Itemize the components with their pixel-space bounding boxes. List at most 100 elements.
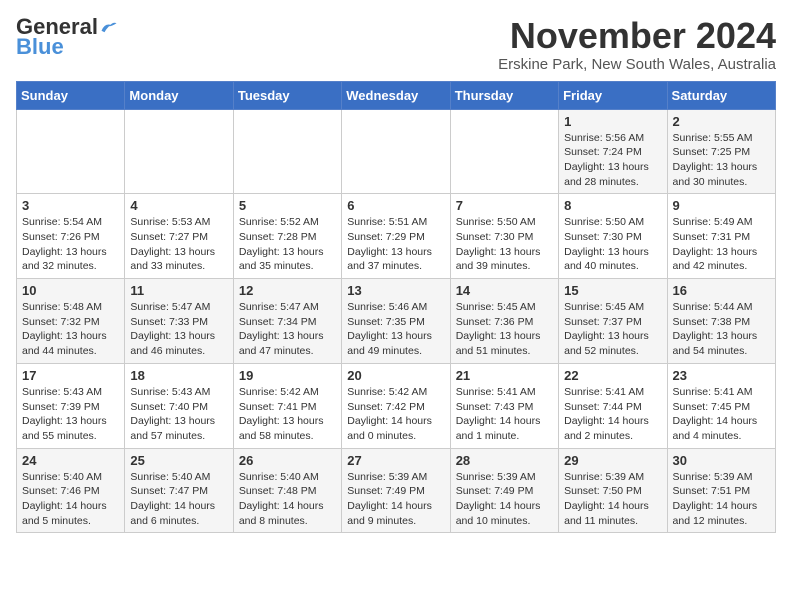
- header: General Blue November 2024 Erskine Park,…: [16, 16, 776, 73]
- day-number: 8: [564, 198, 661, 213]
- day-cell: 11Sunrise: 5:47 AMSunset: 7:33 PMDayligh…: [125, 279, 233, 364]
- day-cell: 12Sunrise: 5:47 AMSunset: 7:34 PMDayligh…: [233, 279, 341, 364]
- day-info: Sunrise: 5:40 AM: [22, 470, 119, 485]
- day-number: 28: [456, 453, 553, 468]
- day-info: Sunset: 7:28 PM: [239, 230, 336, 245]
- day-info: Daylight: 13 hours: [239, 245, 336, 260]
- day-info: Daylight: 13 hours: [673, 160, 770, 175]
- day-cell: 26Sunrise: 5:40 AMSunset: 7:48 PMDayligh…: [233, 448, 341, 533]
- day-number: 26: [239, 453, 336, 468]
- day-cell: 19Sunrise: 5:42 AMSunset: 7:41 PMDayligh…: [233, 363, 341, 448]
- location: Erskine Park, New South Wales, Australia: [498, 56, 776, 73]
- day-info: Sunset: 7:26 PM: [22, 230, 119, 245]
- day-info: and 8 minutes.: [239, 514, 336, 529]
- day-info: Sunrise: 5:42 AM: [239, 385, 336, 400]
- day-info: and 51 minutes.: [456, 344, 553, 359]
- day-info: Sunset: 7:37 PM: [564, 315, 661, 330]
- day-cell: [342, 109, 450, 194]
- weekday-header-wednesday: Wednesday: [342, 81, 450, 109]
- day-number: 12: [239, 283, 336, 298]
- day-info: Sunrise: 5:40 AM: [239, 470, 336, 485]
- day-cell: 3Sunrise: 5:54 AMSunset: 7:26 PMDaylight…: [17, 194, 125, 279]
- week-row-2: 3Sunrise: 5:54 AMSunset: 7:26 PMDaylight…: [17, 194, 776, 279]
- day-info: and 44 minutes.: [22, 344, 119, 359]
- weekday-header-friday: Friday: [559, 81, 667, 109]
- day-info: Sunset: 7:42 PM: [347, 400, 444, 415]
- day-number: 15: [564, 283, 661, 298]
- day-number: 2: [673, 114, 770, 129]
- day-info: Sunrise: 5:48 AM: [22, 300, 119, 315]
- day-info: Sunset: 7:29 PM: [347, 230, 444, 245]
- day-cell: 30Sunrise: 5:39 AMSunset: 7:51 PMDayligh…: [667, 448, 775, 533]
- day-cell: 28Sunrise: 5:39 AMSunset: 7:49 PMDayligh…: [450, 448, 558, 533]
- weekday-header-tuesday: Tuesday: [233, 81, 341, 109]
- day-info: Sunrise: 5:39 AM: [564, 470, 661, 485]
- day-info: Sunset: 7:31 PM: [673, 230, 770, 245]
- day-info: Sunset: 7:51 PM: [673, 484, 770, 499]
- day-info: Daylight: 13 hours: [22, 329, 119, 344]
- day-info: Sunset: 7:30 PM: [456, 230, 553, 245]
- day-number: 21: [456, 368, 553, 383]
- day-info: Sunrise: 5:49 AM: [673, 215, 770, 230]
- day-number: 16: [673, 283, 770, 298]
- day-info: Sunrise: 5:43 AM: [22, 385, 119, 400]
- day-number: 11: [130, 283, 227, 298]
- day-cell: 24Sunrise: 5:40 AMSunset: 7:46 PMDayligh…: [17, 448, 125, 533]
- day-info: Sunrise: 5:40 AM: [130, 470, 227, 485]
- day-info: Daylight: 14 hours: [673, 499, 770, 514]
- day-cell: 29Sunrise: 5:39 AMSunset: 7:50 PMDayligh…: [559, 448, 667, 533]
- day-cell: 15 Sunrise: 5:45 AMSunset: 7:37 PMDayligh…: [559, 279, 667, 364]
- day-info: and 54 minutes.: [673, 344, 770, 359]
- day-number: 14: [456, 283, 553, 298]
- day-info: Daylight: 14 hours: [130, 499, 227, 514]
- day-info: Sunset: 7:46 PM: [22, 484, 119, 499]
- day-info: Sunset: 7:45 PM: [673, 400, 770, 415]
- day-info: Daylight: 13 hours: [673, 245, 770, 260]
- day-info: Daylight: 13 hours: [130, 329, 227, 344]
- day-info: Daylight: 14 hours: [239, 499, 336, 514]
- day-info: Daylight: 13 hours: [673, 329, 770, 344]
- day-info: Daylight: 13 hours: [564, 245, 661, 260]
- day-info: Sunrise: 5:51 AM: [347, 215, 444, 230]
- weekday-header-row: SundayMondayTuesdayWednesdayThursdayFrid…: [17, 81, 776, 109]
- logo: General Blue: [16, 16, 118, 60]
- day-number: 20: [347, 368, 444, 383]
- day-info: and 40 minutes.: [564, 259, 661, 274]
- day-info: and 46 minutes.: [130, 344, 227, 359]
- day-info: Sunrise: 5:45 AM: [564, 300, 661, 315]
- day-info: Daylight: 14 hours: [347, 414, 444, 429]
- day-info: Daylight: 13 hours: [456, 329, 553, 344]
- day-number: 13: [347, 283, 444, 298]
- day-info: and 39 minutes.: [456, 259, 553, 274]
- logo-blue-text: Blue: [16, 34, 64, 60]
- day-info: Daylight: 14 hours: [456, 499, 553, 514]
- week-row-3: 10Sunrise: 5:48 AMSunset: 7:32 PMDayligh…: [17, 279, 776, 364]
- day-number: 23: [673, 368, 770, 383]
- day-info: and 52 minutes.: [564, 344, 661, 359]
- day-number: 29: [564, 453, 661, 468]
- day-number: 22: [564, 368, 661, 383]
- day-info: and 6 minutes.: [130, 514, 227, 529]
- day-info: and 32 minutes.: [22, 259, 119, 274]
- day-info: Sunset: 7:34 PM: [239, 315, 336, 330]
- day-info: and 57 minutes.: [130, 429, 227, 444]
- day-number: 10: [22, 283, 119, 298]
- day-info: and 10 minutes.: [456, 514, 553, 529]
- day-cell: 7Sunrise: 5:50 AMSunset: 7:30 PMDaylight…: [450, 194, 558, 279]
- day-info: Sunrise: 5:43 AM: [130, 385, 227, 400]
- day-cell: 20Sunrise: 5:42 AMSunset: 7:42 PMDayligh…: [342, 363, 450, 448]
- day-info: and 42 minutes.: [673, 259, 770, 274]
- day-info: Daylight: 13 hours: [564, 329, 661, 344]
- day-info: Daylight: 14 hours: [347, 499, 444, 514]
- day-info: Sunset: 7:35 PM: [347, 315, 444, 330]
- day-info: and 0 minutes.: [347, 429, 444, 444]
- day-info: and 9 minutes.: [347, 514, 444, 529]
- day-cell: 17Sunrise: 5:43 AMSunset: 7:39 PMDayligh…: [17, 363, 125, 448]
- day-info: Sunrise: 5:55 AM: [673, 131, 770, 146]
- day-info: Sunrise: 5:46 AM: [347, 300, 444, 315]
- day-info: Sunset: 7:47 PM: [130, 484, 227, 499]
- day-number: 18: [130, 368, 227, 383]
- day-info: Daylight: 13 hours: [22, 245, 119, 260]
- day-cell: [233, 109, 341, 194]
- day-info: Sunset: 7:40 PM: [130, 400, 227, 415]
